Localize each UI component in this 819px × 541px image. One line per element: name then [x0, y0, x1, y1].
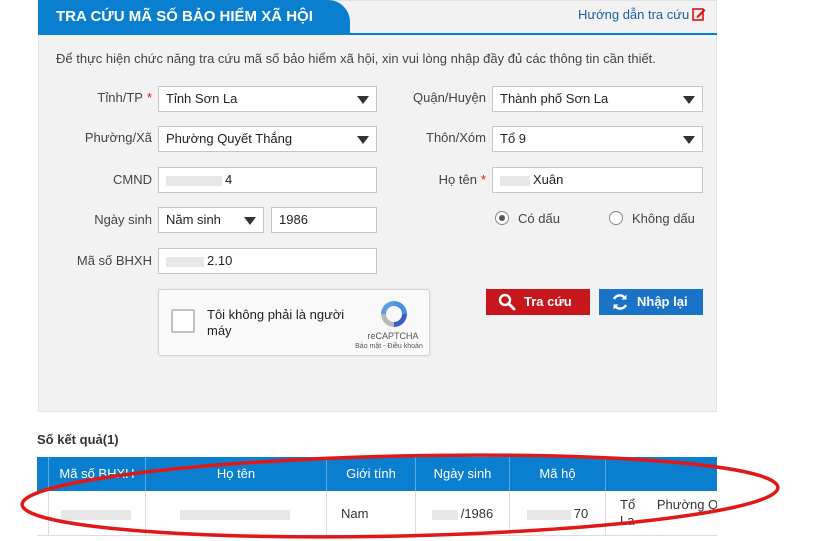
result-count: Số kết quả(1)	[37, 432, 119, 447]
address-part: La	[620, 513, 635, 528]
edit-icon[interactable]	[692, 7, 706, 21]
results-table-header: Mã số BHXH Họ tên Giới tính Ngày sinh Mã…	[37, 457, 717, 491]
province-select-value: Tỉnh Sơn La	[166, 91, 238, 106]
recaptcha-checkbox[interactable]	[171, 309, 195, 333]
column-header: Ngày sinh	[415, 457, 509, 491]
household-cell: 70	[509, 491, 605, 536]
redacted-text	[60, 509, 131, 520]
dob-type-select[interactable]: Năm sinh	[158, 207, 264, 233]
header-index-cell	[37, 457, 48, 491]
search-button[interactable]: Tra cứu	[486, 289, 590, 315]
column-header: Mã số BHXH	[48, 457, 145, 491]
bhxh-value: 2.10	[207, 253, 233, 268]
ward-select[interactable]: Phường Quyết Thắng	[158, 126, 377, 152]
reset-button-label: Nhập lại	[637, 294, 688, 309]
id-card-input[interactable]: 4	[158, 167, 377, 193]
id-card-value: 4	[225, 172, 233, 187]
bhxh-cell	[48, 491, 145, 536]
redacted-text	[500, 175, 530, 186]
column-header: Họ tên	[145, 457, 326, 491]
guide-link[interactable]: Hướng dẫn tra cứu	[578, 7, 689, 22]
reset-button[interactable]: Nhập lại	[599, 289, 703, 315]
bhxh-label: Mã số BHXH	[76, 253, 152, 268]
recaptcha-brand: reCAPTCHA	[367, 331, 419, 341]
id-card-label: CMND	[113, 172, 152, 187]
chevron-down-icon	[683, 136, 695, 144]
ward-label: Phường/Xã	[84, 130, 152, 145]
radio-with-accent[interactable]	[495, 211, 509, 225]
chevron-down-icon	[244, 217, 256, 225]
radio-without-accent[interactable]	[609, 211, 623, 225]
hamlet-select-value: Tổ 9	[500, 131, 527, 146]
address-cell: Tổ Phường Qu La	[605, 491, 717, 536]
address-part: Tổ	[620, 497, 636, 512]
household-cell-value: 70	[573, 506, 589, 521]
bhxh-input[interactable]: 2.10	[158, 248, 377, 274]
redacted-text	[179, 509, 290, 520]
redacted-text	[526, 509, 571, 520]
gender-cell: Nam	[326, 491, 415, 536]
full-name-label: Họ tên *	[438, 172, 486, 187]
search-button-label: Tra cứu	[524, 294, 572, 309]
recaptcha-terms[interactable]: Bảo mật - Điều khoản	[349, 343, 429, 350]
table-row[interactable]: Nam /1986 70 Tổ Phường Qu La	[37, 491, 717, 536]
with-accent-label: Có dấu	[518, 211, 560, 226]
dob-type-value: Năm sinh	[166, 212, 221, 227]
ward-select-value: Phường Quyết Thắng	[166, 131, 293, 146]
chevron-down-icon	[683, 96, 695, 104]
dob-cell-value: /1986	[460, 506, 494, 521]
column-header: Mã hộ	[509, 457, 605, 491]
column-header: Giới tính	[326, 457, 415, 491]
redacted-text	[431, 509, 458, 520]
intro-text: Để thực hiện chức năng tra cứu mã số bảo…	[56, 51, 656, 66]
without-accent-label: Không dấu	[632, 211, 695, 226]
district-select-value: Thành phố Sơn La	[500, 91, 609, 106]
redacted-text	[166, 256, 204, 267]
province-select[interactable]: Tỉnh Sơn La	[158, 86, 377, 112]
recaptcha-widget: Tôi không phải là người máy reCAPTCHA Bả…	[158, 289, 430, 356]
address-part: Phường Qu	[656, 497, 717, 512]
full-name-input[interactable]: Xuân	[492, 167, 703, 193]
title-rule	[38, 33, 717, 35]
row-index-cell	[37, 491, 48, 536]
page-title: TRA CỨU MÃ SỐ BẢO HIỂM XÃ HỘI	[38, 0, 350, 33]
chevron-down-icon	[357, 136, 369, 144]
name-cell	[145, 491, 326, 536]
district-label: Quận/Huyện	[413, 90, 486, 105]
full-name-value: Xuân	[533, 172, 564, 187]
recaptcha-icon	[381, 301, 407, 327]
province-label: Tỉnh/TP *	[97, 90, 152, 105]
hamlet-label: Thôn/Xóm	[426, 130, 486, 145]
dob-cell: /1986	[415, 491, 509, 536]
redacted-text	[166, 175, 222, 186]
column-header-address	[605, 457, 717, 491]
refresh-icon	[612, 294, 628, 310]
hamlet-select[interactable]: Tổ 9	[492, 126, 703, 152]
chevron-down-icon	[357, 96, 369, 104]
district-select[interactable]: Thành phố Sơn La	[492, 86, 703, 112]
dob-label: Ngày sinh	[94, 212, 152, 227]
dob-year-value: 1986	[279, 212, 308, 227]
dob-year-input[interactable]: 1986	[271, 207, 377, 233]
recaptcha-text: Tôi không phải là người máy	[207, 307, 345, 338]
search-icon	[498, 293, 516, 311]
